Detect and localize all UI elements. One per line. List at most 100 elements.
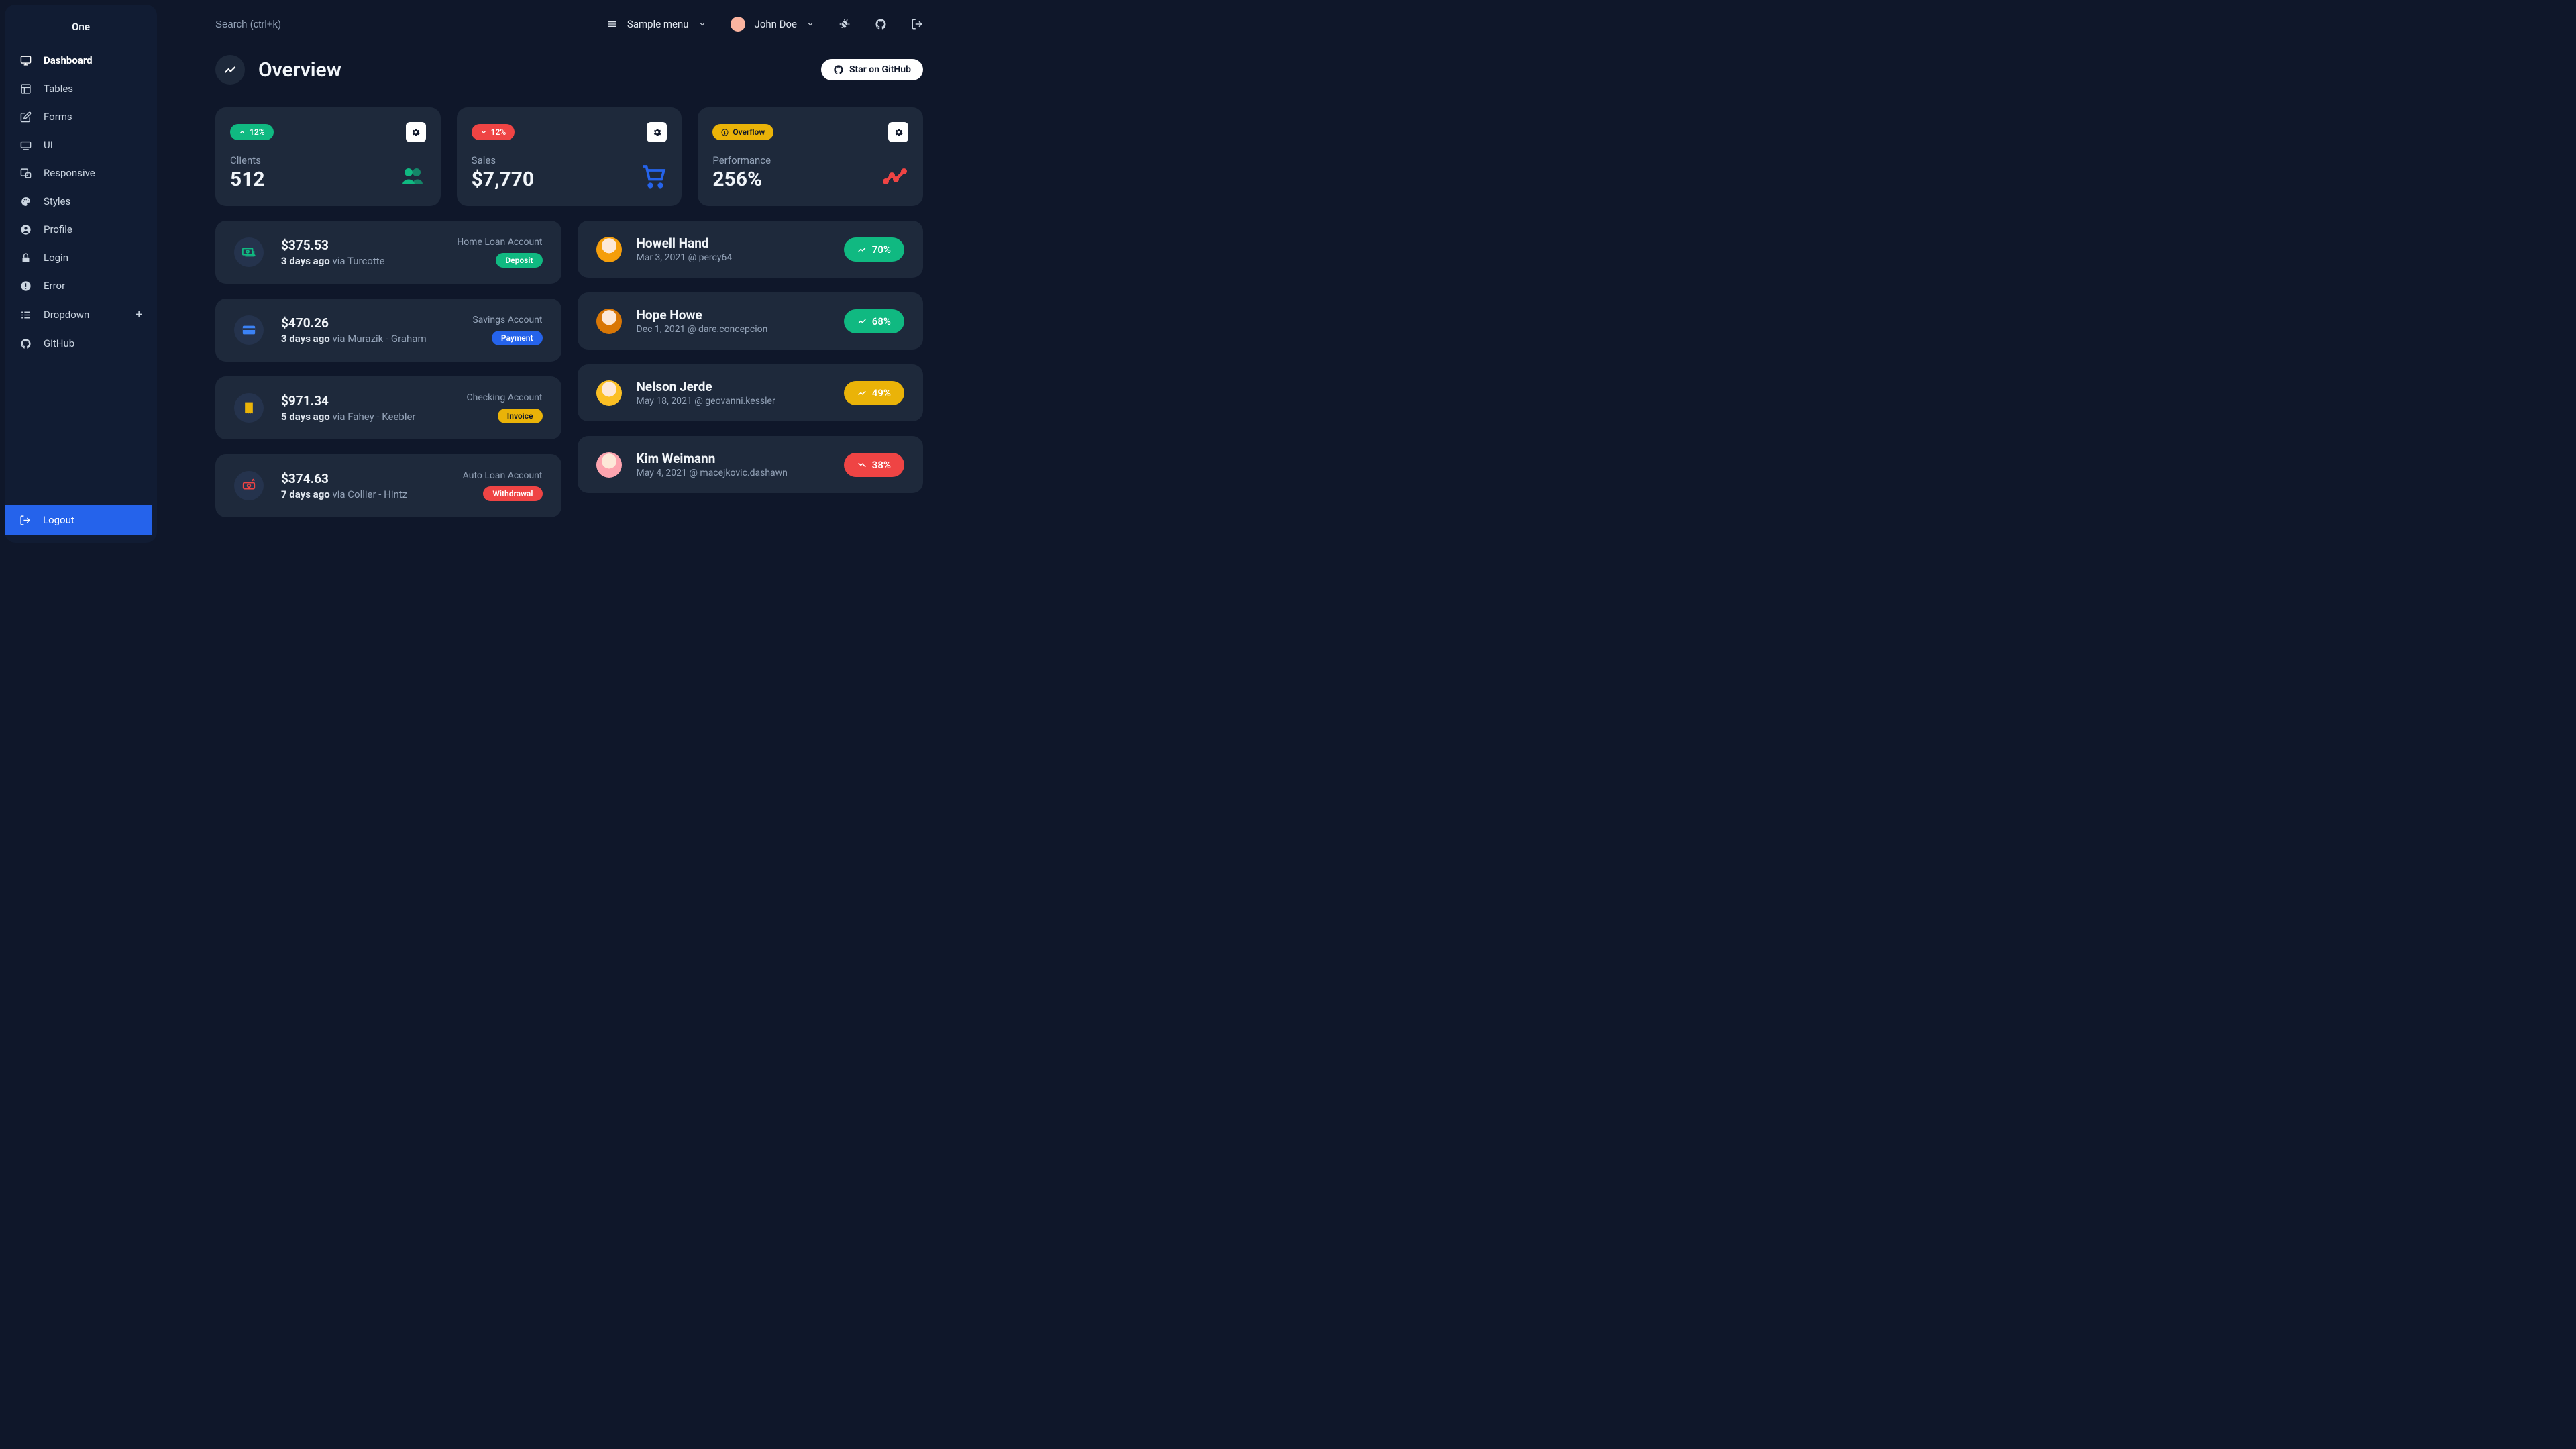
people-col: Howell HandMar 3, 2021 @ percy64 70% Hope … (578, 221, 924, 517)
stat-card-clients: 12%Clients512 (215, 107, 441, 206)
transaction-amount: $971.34 (281, 393, 449, 409)
nav-label: Login (44, 252, 68, 264)
star-github-button[interactable]: Star on GitHub (821, 59, 923, 80)
transaction-account: Checking Account (467, 392, 543, 403)
stat-icon (399, 164, 426, 189)
nav-label: Forms (44, 111, 72, 123)
person-card[interactable]: Nelson Jerde May 18, 2021 @ geovanni.kess… (578, 364, 924, 421)
transaction-account: Savings Account (472, 315, 542, 325)
sidebar-item-ui[interactable]: UI (5, 131, 157, 159)
percent-pill: 68% (844, 309, 904, 333)
stat-label: Sales (472, 154, 667, 166)
transaction-tag: Payment (492, 331, 543, 345)
list-icon (19, 309, 32, 321)
sidebar-item-login[interactable]: Login (5, 244, 157, 272)
stat-card-sales: 12%Sales$7,770 (457, 107, 682, 206)
transaction-tag: Withdrawal (483, 486, 542, 501)
sample-menu-label: Sample menu (627, 18, 689, 30)
person-sub: Mar 3, 2021 @ percy64 (637, 252, 829, 263)
sidebar-item-styles[interactable]: Styles (5, 187, 157, 215)
gear-button[interactable] (888, 122, 908, 142)
gear-button[interactable] (647, 122, 667, 142)
sidebar-item-dashboard[interactable]: Dashboard (5, 46, 157, 74)
sidebar-item-tables[interactable]: Tables (5, 74, 157, 103)
person-card[interactable]: Howell HandMar 3, 2021 @ percy64 70% (578, 221, 924, 278)
sidebar-item-github[interactable]: GitHub (5, 329, 157, 358)
transaction-amount: $375.53 (281, 237, 439, 253)
gear-button[interactable] (406, 122, 426, 142)
transaction-card[interactable]: $374.637 days ago via Collier - HintzAut… (215, 454, 561, 517)
sidebar-item-error[interactable]: Error (5, 272, 157, 300)
transaction-card[interactable]: $470.263 days ago via Murazik - GrahamSa… (215, 299, 561, 362)
stats-row: 12%Clients51212%Sales$7,770OverflowPerfo… (215, 107, 923, 206)
tv-icon (19, 139, 32, 151)
stat-icon (881, 164, 908, 189)
percent-pill: 38% (844, 453, 904, 477)
sidebar: One DashboardTablesFormsUIResponsiveStyl… (5, 5, 157, 543)
chevron-down-icon (698, 20, 706, 28)
sidebar-item-forms[interactable]: Forms (5, 103, 157, 131)
person-card[interactable]: Kim Weimann May 4, 2021 @ macejkovic.dash… (578, 436, 924, 493)
user-menu-trigger[interactable]: John Doe (731, 17, 814, 32)
transaction-tag: Invoice (498, 409, 543, 423)
avatar (596, 309, 622, 334)
percent-pill: 70% (844, 237, 904, 262)
transaction-account: Auto Loan Account (463, 470, 543, 481)
person-sub: Dec 1, 2021 @ dare.concepcion (637, 324, 829, 335)
avatar (596, 380, 622, 406)
person-name: Kim Weimann (637, 451, 829, 466)
responsive-icon (19, 167, 32, 179)
github-icon (19, 337, 32, 350)
sidebar-item-profile[interactable]: Profile (5, 215, 157, 244)
theme-toggle-icon[interactable] (839, 18, 851, 30)
person-name: Howell Hand (637, 235, 829, 251)
transaction-card[interactable]: $375.53 3 days ago via Turcotte Home Loan … (215, 221, 561, 284)
exit-icon[interactable] (911, 18, 923, 30)
page-header-icon (215, 55, 245, 85)
person-card[interactable]: Hope HoweDec 1, 2021 @ dare.concepcion 68… (578, 292, 924, 350)
transaction-sub: 3 days ago via Turcotte (281, 255, 439, 267)
nav-label: GitHub (44, 337, 74, 350)
sample-menu-trigger[interactable]: Sample menu (607, 18, 706, 30)
avatar (596, 452, 622, 478)
logout-button[interactable]: Logout (5, 505, 152, 535)
transaction-icon (234, 393, 264, 423)
transaction-icon (234, 471, 264, 500)
nav-list: Dashboard Tables Forms UI Responsive Styles Pr… (5, 46, 157, 505)
person-sub: May 18, 2021 @ geovanni.kessler (637, 396, 829, 407)
user-name: John Doe (755, 18, 797, 30)
page-title: Overview (258, 58, 808, 82)
lists-row: $375.53 3 days ago via Turcotte Home Loan … (215, 221, 923, 517)
account-icon (19, 223, 32, 235)
person-sub: May 4, 2021 @ macejkovic.dashawn (637, 468, 829, 478)
github-icon[interactable] (875, 18, 887, 30)
logout-icon (19, 515, 31, 526)
search-input[interactable] (215, 19, 417, 30)
transaction-card[interactable]: $971.345 days ago via Fahey - KeeblerChe… (215, 376, 561, 439)
github-icon (833, 64, 844, 75)
trend-pill: Overflow (712, 124, 773, 140)
nav-label: Tables (44, 83, 73, 95)
percent-pill: 49% (844, 381, 904, 405)
trend-pill: 12% (472, 124, 515, 140)
chevron-down-icon (806, 20, 814, 28)
sidebar-item-dropdown[interactable]: Dropdown+ (5, 300, 157, 329)
nav-label: Dashboard (44, 54, 93, 66)
search-wrap (215, 19, 591, 30)
trend-pill: 12% (230, 124, 274, 140)
person-name: Nelson Jerde (637, 379, 829, 394)
transaction-amount: $470.26 (281, 315, 455, 331)
stat-value: 256% (712, 168, 908, 191)
table-icon (19, 83, 32, 95)
nav-label: Responsive (44, 167, 95, 179)
stat-label: Clients (230, 154, 426, 166)
transaction-account: Home Loan Account (457, 237, 542, 248)
person-name: Hope Howe (637, 307, 829, 323)
logout-label: Logout (43, 514, 74, 526)
monitor-icon (19, 54, 32, 66)
plus-icon: + (136, 308, 142, 321)
menu-icon (607, 19, 618, 30)
nav-label: Profile (44, 223, 72, 235)
sidebar-item-responsive[interactable]: Responsive (5, 159, 157, 187)
stat-label: Performance (712, 154, 908, 166)
